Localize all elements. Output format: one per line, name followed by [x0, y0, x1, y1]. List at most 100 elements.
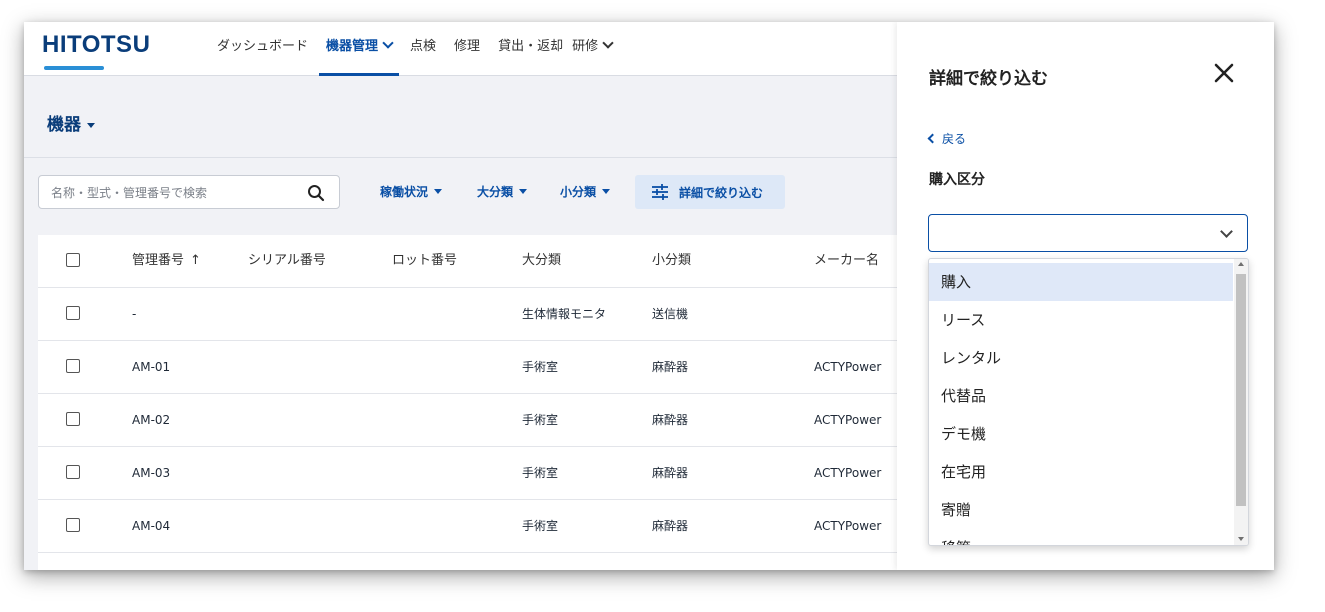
select-all-checkbox[interactable]: [66, 253, 80, 267]
column-header-management-number[interactable]: 管理番号 ↑: [132, 235, 201, 287]
filter-status-button[interactable]: 稼働状況: [380, 183, 443, 200]
cell-major-category: 手術室: [522, 519, 559, 533]
equipment-table: 管理番号 ↑ シリアル番号 ロット番号 大分類 小分類 メーカー名 - 生体情報モ…: [38, 235, 958, 570]
option-transfer[interactable]: 移管: [929, 529, 1233, 545]
scroll-up-arrow-icon[interactable]: [1238, 262, 1244, 266]
chevron-left-icon: [927, 133, 938, 144]
nav-item-training[interactable]: 研修: [567, 22, 621, 75]
sliders-icon: [652, 184, 668, 200]
nav-item-dashboard[interactable]: ダッシュボード: [208, 22, 317, 75]
caret-down-icon: [434, 189, 443, 194]
chevron-down-icon: [382, 37, 394, 49]
nav-item-label: 機器管理: [326, 39, 379, 54]
purchase-type-select[interactable]: [928, 214, 1248, 252]
table-row[interactable]: AM-01 手術室 麻酔器 ACTYPower: [38, 341, 958, 394]
row-checkbox[interactable]: [66, 465, 80, 479]
cell-minor-category: 麻酔器: [652, 413, 689, 427]
table-row[interactable]: AM-04 手術室 麻酔器 ACTYPower: [38, 500, 958, 553]
search-icon[interactable]: [307, 184, 325, 202]
back-link[interactable]: 戻る: [927, 130, 967, 147]
option-purchase[interactable]: 購入: [929, 263, 1233, 301]
dropdown-scrollbar[interactable]: [1234, 259, 1248, 545]
cell-maker: ACTYPower: [814, 413, 882, 427]
cell-management-number: -: [132, 307, 137, 321]
cell-major-category: 生体情報モニタ: [522, 307, 607, 321]
option-substitute[interactable]: 代替品: [929, 377, 1233, 415]
row-checkbox[interactable]: [66, 518, 80, 532]
column-header-lot-number[interactable]: ロット番号: [392, 235, 457, 287]
row-checkbox[interactable]: [66, 359, 80, 373]
nav-item-lending[interactable]: 貸出・返却: [489, 22, 567, 75]
filter-label: 小分類: [560, 185, 597, 199]
scrollbar-thumb[interactable]: [1236, 274, 1246, 506]
option-donation[interactable]: 寄贈: [929, 491, 1233, 529]
purchase-type-label: 購入区分: [929, 172, 985, 188]
cell-management-number: AM-01: [132, 360, 171, 374]
cell-maker: ACTYPower: [814, 519, 882, 533]
detail-filter-label: 詳細で絞り込む: [679, 185, 764, 200]
cell-management-number: AM-03: [132, 466, 171, 480]
cell-major-category: 手術室: [522, 466, 559, 480]
column-header-label: 管理番号: [132, 253, 185, 268]
nav-item-equipment-management[interactable]: 機器管理: [317, 22, 401, 76]
nav-item-repair[interactable]: 修理: [445, 22, 489, 75]
filter-major-category-button[interactable]: 大分類: [477, 183, 528, 200]
nav-item-label: ダッシュボード: [217, 39, 309, 54]
chevron-down-icon: [1220, 225, 1233, 238]
page-title[interactable]: 機器: [47, 110, 95, 135]
sort-arrow-icon: ↑: [190, 253, 201, 268]
column-header-minor-category[interactable]: 小分類: [652, 235, 691, 287]
purchase-type-options: 購入 リース レンタル 代替品 デモ機 在宅用 寄贈 移管: [928, 258, 1249, 546]
cell-minor-category: 送信機: [652, 307, 689, 321]
column-header-major-category[interactable]: 大分類: [522, 235, 561, 287]
table-row[interactable]: AM-02 手術室 麻酔器 ACTYPower: [38, 394, 958, 447]
table-row[interactable]: - 生体情報モニタ 送信機: [38, 288, 958, 341]
cell-management-number: AM-04: [132, 519, 171, 533]
page-title-text: 機器: [47, 115, 81, 135]
caret-down-icon: [602, 189, 611, 194]
filter-label: 大分類: [477, 185, 514, 199]
main-nav: ダッシュボード 機器管理 点検 修理 貸出・返却 研修: [208, 22, 621, 76]
back-label: 戻る: [942, 132, 967, 146]
option-rental[interactable]: レンタル: [929, 339, 1233, 377]
option-lease[interactable]: リース: [929, 301, 1233, 339]
cell-minor-category: 麻酔器: [652, 519, 689, 533]
cell-major-category: 手術室: [522, 360, 559, 374]
caret-down-icon: [87, 123, 95, 128]
row-checkbox[interactable]: [66, 412, 80, 426]
caret-down-icon: [519, 189, 528, 194]
table-row[interactable]: AM-03 手術室 麻酔器 ACTYPower: [38, 447, 958, 500]
search-box: [38, 175, 340, 210]
logo-text: HITOTSU: [42, 31, 151, 58]
nav-item-label: 研修: [572, 39, 599, 54]
nav-item-label: 点検: [410, 39, 437, 54]
option-home-use[interactable]: 在宅用: [929, 453, 1233, 491]
search-input[interactable]: [39, 176, 303, 210]
table-header-row: 管理番号 ↑ シリアル番号 ロット番号 大分類 小分類 メーカー名: [38, 235, 958, 288]
logo[interactable]: HITOTSU: [42, 31, 151, 70]
cell-minor-category: 麻酔器: [652, 466, 689, 480]
nav-item-label: 修理: [454, 39, 481, 54]
cell-major-category: 手術室: [522, 413, 559, 427]
filter-label: 稼働状況: [380, 185, 429, 199]
detail-filter-panel: 詳細で絞り込む 戻る 購入区分 購入 リース レンタル 代替品 デモ機 在宅用 …: [897, 22, 1274, 570]
nav-item-label: 貸出・返却: [498, 39, 564, 54]
detail-filter-button[interactable]: 詳細で絞り込む: [635, 175, 785, 209]
table-row-partial[interactable]: [38, 553, 958, 570]
scroll-down-arrow-icon[interactable]: [1238, 537, 1244, 541]
app-window: HITOTSU ダッシュボード 機器管理 点検 修理 貸出・返却 研修 機器 稼…: [24, 22, 1274, 570]
option-demo[interactable]: デモ機: [929, 415, 1233, 453]
cell-management-number: AM-02: [132, 413, 171, 427]
column-header-serial-number[interactable]: シリアル番号: [248, 235, 326, 287]
logo-underline: [44, 66, 104, 70]
panel-title: 詳細で絞り込む: [929, 69, 1048, 89]
filter-minor-category-button[interactable]: 小分類: [560, 183, 611, 200]
nav-item-inspection[interactable]: 点検: [401, 22, 445, 75]
row-checkbox[interactable]: [66, 306, 80, 320]
cell-minor-category: 麻酔器: [652, 360, 689, 374]
cell-maker: ACTYPower: [814, 360, 882, 374]
chevron-down-icon: [602, 37, 614, 49]
column-header-maker[interactable]: メーカー名: [814, 235, 879, 287]
cell-maker: ACTYPower: [814, 466, 882, 480]
close-icon[interactable]: [1213, 62, 1235, 84]
